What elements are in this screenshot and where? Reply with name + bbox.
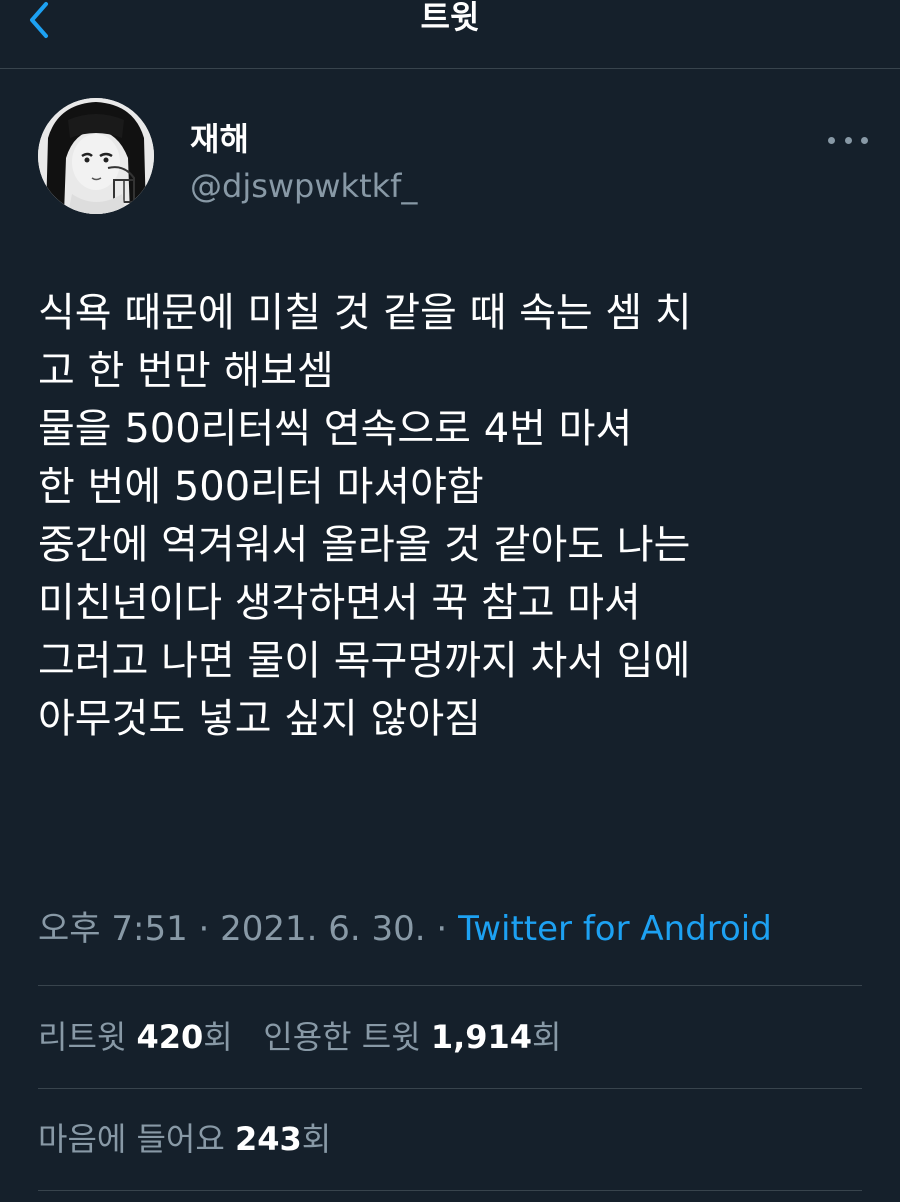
tweet-date[interactable]: 2021. 6. 30. — [220, 909, 425, 949]
meta-separator: · — [425, 909, 459, 949]
quote-tweets-stat[interactable]: 인용한 트윗 1,914회 — [263, 1018, 561, 1056]
divider — [38, 985, 862, 986]
likes-label: 마음에 들어요 — [38, 1120, 235, 1158]
tweet-text-line: 고 한 번만 해보셈 — [38, 348, 334, 394]
tweet-text-line: 물을 500리터씩 연속으로 4번 마셔 — [38, 406, 633, 452]
author-display-name[interactable]: 재해 — [190, 120, 249, 158]
likes-stats: 마음에 들어요 243회 — [38, 1116, 331, 1162]
retweet-quote-stats: 리트윗 420회 인용한 트윗 1,914회 — [38, 1014, 561, 1060]
retweets-count: 420 — [136, 1018, 204, 1056]
quotes-unit: 회 — [532, 1018, 562, 1056]
more-dot-icon — [828, 136, 835, 144]
tweet-author-header: 재해 @djswpwktkf_ — [38, 98, 868, 218]
tweet-text-line: 한 번에 500리터 마셔야함 — [38, 464, 484, 510]
likes-count: 243 — [234, 1120, 302, 1158]
quotes-count: 1,914 — [430, 1018, 533, 1056]
tweet-text-line: 식욕 때문에 미칠 것 같을 때 속는 셈 치 — [38, 290, 692, 336]
retweets-unit: 회 — [203, 1018, 233, 1056]
retweets-label: 리트윗 — [38, 1018, 137, 1056]
tweet-source-link[interactable]: Twitter for Android — [458, 909, 772, 949]
tweet-text-line: 아무것도 넣고 싶지 않아짐 — [38, 696, 481, 742]
more-dot-icon — [861, 136, 868, 144]
divider — [38, 1190, 862, 1191]
avatar[interactable] — [38, 98, 154, 214]
tweet-time[interactable]: 오후 7:51 — [38, 909, 188, 949]
more-options-button[interactable] — [828, 128, 868, 152]
likes-unit: 회 — [301, 1120, 332, 1158]
more-dot-icon — [844, 136, 852, 144]
author-handle[interactable]: @djswpwktkf_ — [190, 166, 417, 206]
avatar-illustration-icon — [38, 98, 154, 214]
tweet-timestamp-line: 오후 7:51 · 2021. 6. 30. · Twitter for And… — [38, 905, 772, 953]
tweet-text: 식욕 때문에 미칠 것 같을 때 속는 셈 치 고 한 번만 해보셈 물을 50… — [38, 284, 868, 748]
divider — [38, 1088, 862, 1089]
tweet-text-line: 미친년이다 생각하면서 꾹 참고 마셔 — [38, 580, 641, 626]
tweet-detail-screen: 트윗 재해 @djswpwktkf_ 식욕 때문에 미칠 것 같을 때 속는 셈… — [0, 0, 900, 1202]
page-title: 트윗 — [420, 0, 480, 36]
quotes-label: 인용한 트윗 — [263, 1018, 431, 1056]
tweet-text-line: 그러고 나면 물이 목구멍까지 차서 입에 — [38, 638, 691, 684]
meta-separator: · — [187, 909, 221, 949]
retweets-stat[interactable]: 리트윗 420회 — [38, 1018, 233, 1056]
likes-stat[interactable]: 마음에 들어요 243회 — [38, 1120, 331, 1158]
top-bar: 트윗 — [0, 0, 900, 69]
tweet-text-line: 중간에 역겨워서 올라올 것 같아도 나는 — [38, 522, 691, 568]
